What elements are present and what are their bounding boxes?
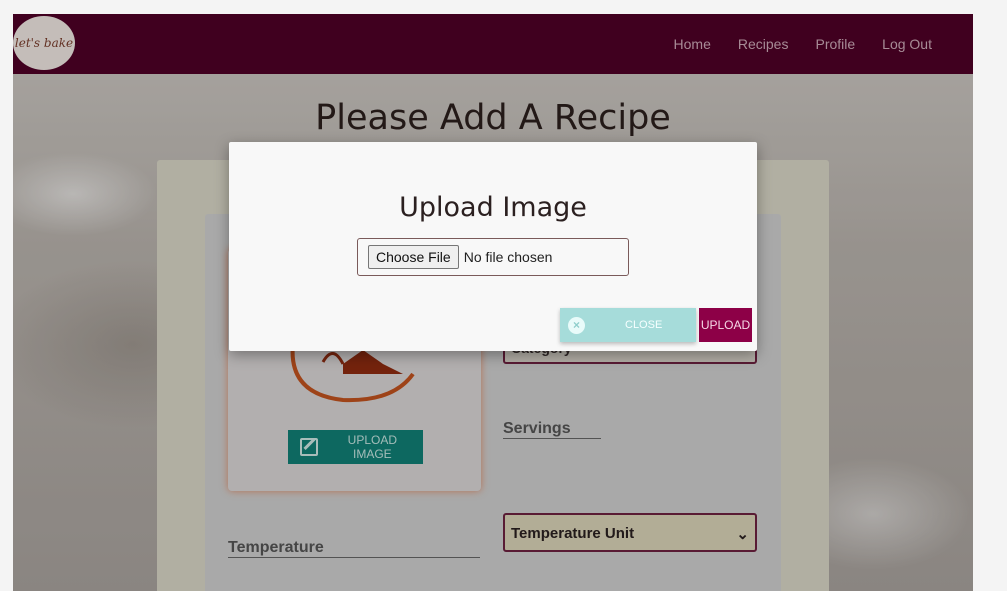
file-input[interactable]: Choose File No file chosen: [357, 238, 629, 276]
no-file-text: No file chosen: [463, 249, 553, 265]
choose-file-button[interactable]: Choose File: [368, 245, 459, 269]
upload-button[interactable]: UPLOAD: [699, 308, 752, 342]
modal-title: Upload Image: [399, 192, 587, 223]
app-window: let's bake Home Recipes Profile Log Out …: [13, 14, 973, 591]
close-icon: ×: [568, 316, 585, 334]
upload-image-modal: Upload Image Choose File No file chosen …: [229, 142, 757, 351]
close-button[interactable]: × CLOSE: [560, 308, 696, 342]
close-label: CLOSE: [625, 319, 663, 331]
